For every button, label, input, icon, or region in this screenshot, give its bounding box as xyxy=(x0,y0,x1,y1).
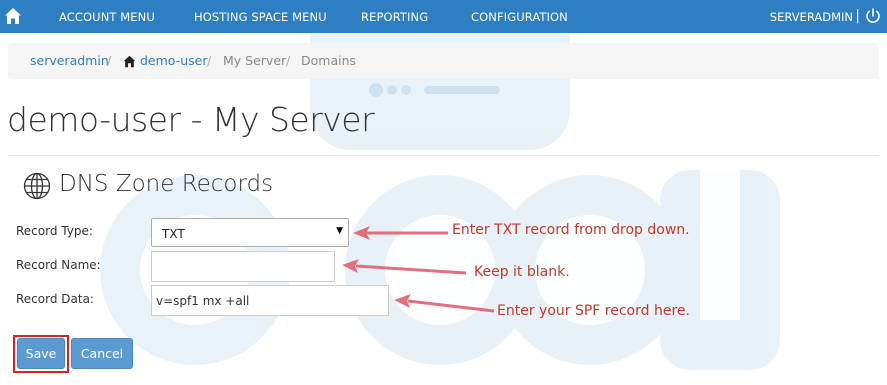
breadcrumb-separator: / xyxy=(286,53,291,68)
nav-hosting-space-menu[interactable]: HOSTING SPACE MENU xyxy=(194,10,327,24)
save-button-highlight xyxy=(13,335,69,373)
breadcrumb: serveradmin / demo-user / My Server / Do… xyxy=(8,43,879,79)
title-divider xyxy=(8,155,879,156)
cancel-button[interactable]: Cancel xyxy=(71,338,133,369)
breadcrumb-domains: Domains xyxy=(301,53,357,68)
arrow-head-record-name xyxy=(342,259,359,273)
arrow-record-data xyxy=(407,299,495,313)
globe-icon xyxy=(23,172,51,200)
breadcrumb-serveradmin[interactable]: serveradmin xyxy=(30,53,109,68)
nav-account-menu[interactable]: ACCOUNT MENU xyxy=(59,10,155,24)
annotation-record-name: Keep it blank. xyxy=(474,264,570,280)
record-type-value: TXT xyxy=(162,227,185,241)
record-type-select[interactable]: TXT ▼ xyxy=(151,218,349,247)
record-name-label: Record Name: xyxy=(16,258,101,272)
annotation-record-data: Enter your SPF record here. xyxy=(497,303,690,319)
record-data-label: Record Data: xyxy=(16,292,94,306)
arrow-head-record-type xyxy=(353,226,370,240)
power-icon[interactable] xyxy=(865,8,881,24)
section-title: DNS Zone Records xyxy=(59,171,274,197)
nav-separator: | xyxy=(855,8,860,24)
nav-reporting[interactable]: REPORTING xyxy=(361,10,428,24)
arrow-head-record-data xyxy=(394,294,411,308)
arrow-record-name xyxy=(355,264,467,275)
record-data-input[interactable] xyxy=(151,285,389,316)
home-icon xyxy=(123,55,136,68)
breadcrumb-demo-user[interactable]: demo-user xyxy=(140,53,207,68)
nav-user-menu[interactable]: SERVERADMIN xyxy=(770,10,853,24)
home-icon[interactable] xyxy=(4,7,22,25)
page-title: demo-user - My Server xyxy=(7,100,375,139)
top-navigation-bar: ACCOUNT MENU HOSTING SPACE MENU REPORTIN… xyxy=(0,0,887,33)
dropdown-caret-icon: ▼ xyxy=(336,226,343,236)
breadcrumb-my-server[interactable]: My Server xyxy=(223,53,286,68)
record-name-input[interactable] xyxy=(151,251,335,282)
breadcrumb-separator: / xyxy=(107,53,112,68)
annotation-record-type: Enter TXT record from drop down. xyxy=(452,222,690,238)
record-type-label: Record Type: xyxy=(16,224,93,238)
nav-configuration[interactable]: CONFIGURATION xyxy=(471,10,568,24)
breadcrumb-separator: / xyxy=(207,53,212,68)
